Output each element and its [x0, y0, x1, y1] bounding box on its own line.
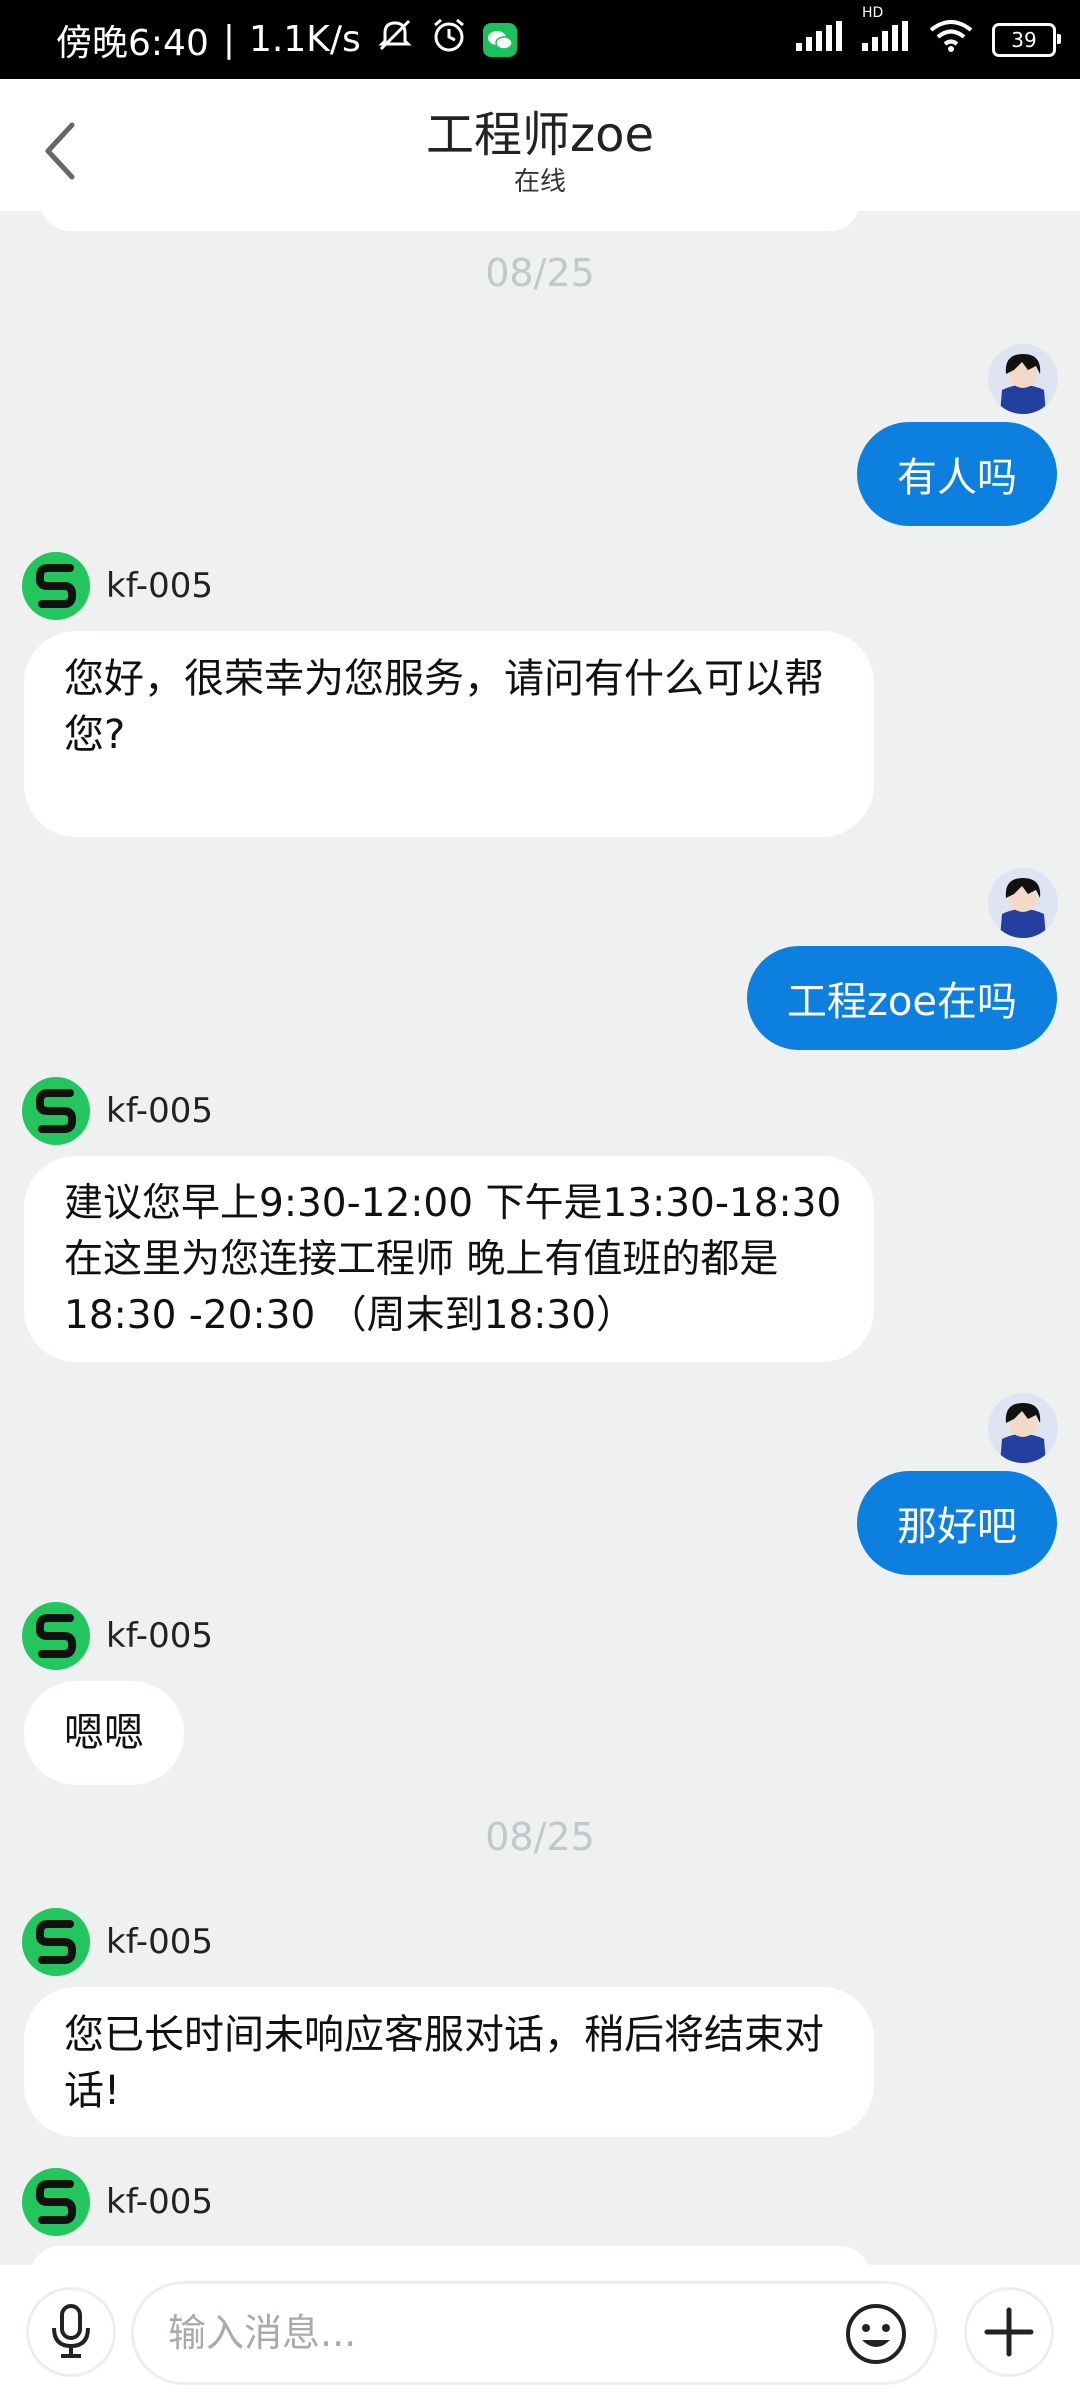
agent-header: kf-005: [22, 1908, 213, 1976]
voice-button[interactable]: [26, 2287, 116, 2377]
signal-hd-icon: HD: [862, 5, 910, 60]
incoming-message[interactable]: 建议您早上9:30-12:00 下午是13:30-18:30 在这里为您连接工程…: [24, 1156, 874, 1362]
agent-name: kf-005: [106, 1091, 213, 1131]
agent-logo-icon: [36, 2180, 76, 2224]
message-input-wrapper[interactable]: [131, 2281, 937, 2385]
alarm-icon: [429, 15, 469, 64]
user-avatar[interactable]: [988, 868, 1058, 938]
online-status: 在线: [513, 167, 566, 197]
message-line: 在这里为您连接工程师 晚上有值班的都是: [64, 1237, 779, 1282]
agent-logo-icon: [36, 1920, 76, 1964]
message-text: 嗯嗯: [64, 1710, 144, 1756]
message-text: 那好吧: [897, 1504, 1017, 1550]
agent-name: kf-005: [106, 1616, 213, 1656]
wifi-icon: [928, 18, 974, 61]
chat-title: 工程师zoe: [425, 107, 655, 163]
mute-icon: [375, 15, 415, 64]
agent-header: kf-005: [22, 552, 213, 620]
agent-logo-icon: [36, 1614, 76, 1658]
agent-avatar[interactable]: [22, 1908, 90, 1976]
agent-name: kf-005: [106, 1922, 213, 1962]
agent-logo-icon: [36, 1089, 76, 1133]
incoming-message[interactable]: 您已长时间未响应客服对话，稍后将结束对话!: [24, 1987, 874, 2137]
agent-header: kf-005: [22, 1077, 213, 1145]
agent-name: kf-005: [106, 566, 213, 606]
message-text: 您好，很荣幸为您服务，请问有什么可以帮您?: [64, 656, 824, 758]
battery-icon: 39: [992, 22, 1061, 57]
status-time: 傍晚6:40: [56, 22, 209, 64]
agent-avatar[interactable]: [22, 1602, 90, 1670]
network-speed: 1.1K/s: [248, 19, 361, 60]
agent-header: kf-005: [22, 1602, 213, 1670]
message-text: 工程zoe在吗: [786, 979, 1017, 1025]
message-list[interactable]: 08/25 有人吗 kf-005 您好，很荣幸为您服务，请问有什么可以帮您? 工…: [0, 211, 1080, 2265]
agent-logo-icon: [36, 564, 76, 608]
microphone-icon: [52, 2304, 90, 2358]
outgoing-message[interactable]: 工程zoe在吗: [746, 946, 1057, 1050]
agent-avatar[interactable]: [22, 1077, 90, 1145]
date-separator: 08/25: [485, 1815, 595, 1859]
message-line: 建议您早上9:30-12:00 下午是13:30-18:30: [64, 1181, 842, 1226]
status-divider: |: [222, 19, 235, 60]
wechat-icon: [482, 22, 517, 57]
agent-header: kf-005: [22, 2168, 213, 2236]
agent-name: kf-005: [106, 2182, 213, 2222]
incoming-message[interactable]: 嗯嗯: [24, 1681, 184, 1785]
message-line: 18:30 -20:30 （周末到18:30）: [64, 1293, 636, 1338]
agent-avatar[interactable]: [22, 2168, 90, 2236]
emoji-button[interactable]: [840, 2298, 912, 2370]
hd-label: HD: [862, 5, 884, 21]
user-avatar[interactable]: [988, 344, 1058, 414]
user-avatar[interactable]: [988, 1393, 1058, 1463]
message-text: 有人吗: [897, 455, 1017, 501]
message-text: 您已长时间未响应客服对话，稍后将结束对话!: [64, 2012, 824, 2114]
battery-level: 39: [1011, 27, 1037, 52]
signal-icon: [796, 19, 844, 60]
outgoing-message[interactable]: 那好吧: [857, 1471, 1057, 1575]
chat-header: 工程师zoe 在线: [0, 79, 1080, 211]
plus-icon: [984, 2307, 1034, 2357]
incoming-message[interactable]: 您好，很荣幸为您服务，请问有什么可以帮您?: [24, 631, 874, 837]
previous-message-bubble: [40, 211, 860, 231]
agent-avatar[interactable]: [22, 552, 90, 620]
status-bar: 傍晚6:40 | 1.1K/s HD 39: [0, 0, 1080, 79]
outgoing-message[interactable]: 有人吗: [857, 422, 1057, 526]
more-button[interactable]: [964, 2287, 1054, 2377]
emoji-icon: [846, 2304, 906, 2364]
date-separator: 08/25: [485, 251, 595, 295]
input-bar: [0, 2265, 1080, 2400]
message-input[interactable]: [166, 2310, 830, 2356]
incoming-message-partial: [30, 2246, 870, 2265]
